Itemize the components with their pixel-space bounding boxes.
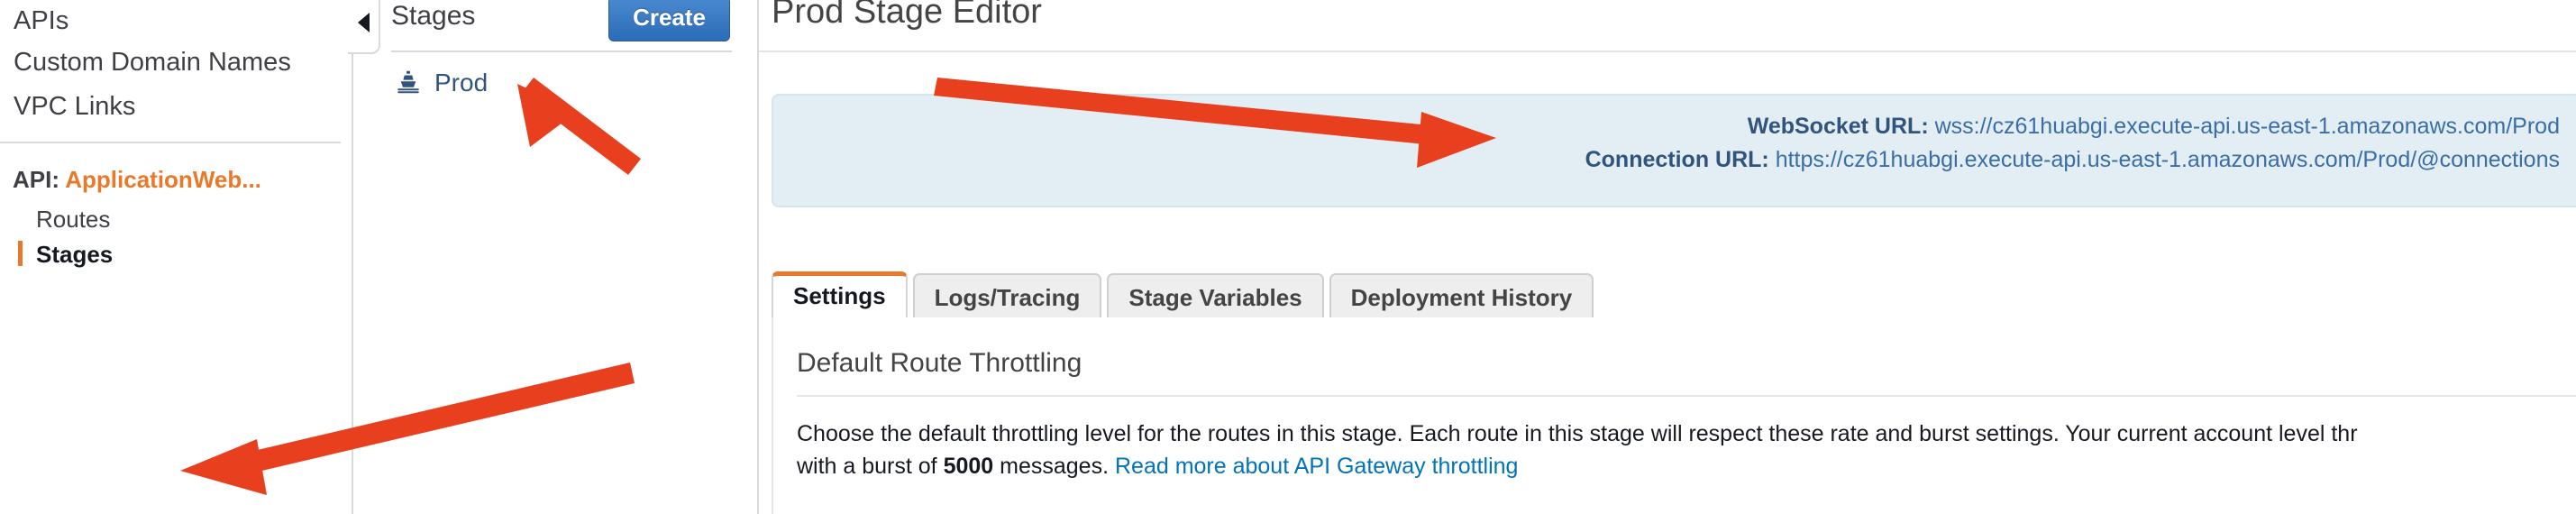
tab-deployment-history[interactable]: Deployment History	[1329, 273, 1594, 319]
sidebar-item-routes[interactable]: Routes	[36, 206, 110, 234]
create-stage-button[interactable]: Create	[608, 0, 730, 41]
sidebar-item-stages[interactable]: Stages	[18, 241, 114, 269]
sidebar-divider	[0, 142, 341, 143]
sidebar-item-routes-label: Routes	[36, 206, 111, 233]
tab-logs-tracing[interactable]: Logs/Tracing	[912, 273, 1102, 319]
section-divider	[797, 395, 2576, 397]
websocket-url-value[interactable]: wss://cz61huabgi.execute-api.us-east-1.a…	[1935, 114, 2560, 139]
chevron-left-glyph	[357, 13, 370, 32]
burst-value: 5000	[943, 453, 994, 479]
stage-url-info-panel: WebSocket URL: wss://cz61huabgi.execute-…	[772, 94, 2576, 207]
throttling-description: Choose the default throttling level for …	[797, 418, 2576, 482]
throttling-description-line2a: with a burst of	[797, 453, 944, 479]
tab-stage-variables[interactable]: Stage Variables	[1107, 273, 1324, 319]
settings-tab-panel: Default Route Throttling Choose the defa…	[772, 317, 2576, 514]
websocket-url-row: WebSocket URL: wss://cz61huabgi.execute-…	[1748, 114, 2560, 140]
selected-indicator-bar	[18, 241, 23, 266]
sidebar-api-heading: API: ApplicationWeb...	[13, 166, 261, 194]
ship-icon	[395, 69, 422, 96]
connection-url-row: Connection URL: https://cz61huabgi.execu…	[1585, 147, 2560, 173]
connection-url-label: Connection URL:	[1585, 147, 1769, 172]
sidebar-item-apis[interactable]: APIs	[0, 0, 69, 43]
sidebar-item-vpc-links-label: VPC Links	[14, 91, 136, 121]
sidebar-api-prefix: API:	[13, 166, 66, 193]
global-nav-panel: APIs Custom Domain Names VPC Links API: …	[0, 0, 352, 514]
page-title-divider	[759, 50, 2576, 52]
stages-panel-title: Stages	[391, 1, 476, 31]
sidebar-api-name: ApplicationWeb...	[65, 166, 261, 193]
throttling-docs-link[interactable]: Read more about API Gateway throttling	[1115, 454, 1518, 479]
chevron-left-icon[interactable]	[348, 0, 380, 54]
sidebar-item-custom-domain-names-label: Custom Domain Names	[14, 47, 291, 77]
stage-editor-panel: Prod Stage Editor WebSocket URL: wss://c…	[759, 0, 2576, 514]
app-shell: APIs Custom Domain Names VPC Links API: …	[0, 0, 2576, 514]
stages-list-panel: Stages Create Prod	[352, 0, 759, 514]
editor-tabs: Settings Logs/Tracing Stage Variables De…	[772, 269, 1599, 319]
stage-tree-item-prod[interactable]: Prod	[395, 69, 488, 97]
connection-url-value[interactable]: https://cz61huabgi.execute-api.us-east-1…	[1776, 147, 2560, 172]
stages-panel-divider	[391, 50, 732, 52]
page-title: Prod Stage Editor	[772, 0, 1042, 31]
throttling-description-line1: Choose the default throttling level for …	[797, 421, 2358, 446]
throttling-description-line2b: messages.	[993, 453, 1115, 479]
section-title: Default Route Throttling	[797, 348, 1082, 378]
sidebar-item-custom-domain-names[interactable]: Custom Domain Names	[0, 40, 291, 85]
websocket-url-label: WebSocket URL:	[1747, 114, 1929, 139]
sidebar-item-stages-label: Stages	[36, 241, 114, 268]
sidebar-item-apis-label: APIs	[14, 5, 69, 35]
stage-tree-item-prod-label: Prod	[434, 69, 489, 96]
tab-settings[interactable]: Settings	[772, 271, 908, 317]
sidebar-item-vpc-links[interactable]: VPC Links	[0, 84, 135, 129]
